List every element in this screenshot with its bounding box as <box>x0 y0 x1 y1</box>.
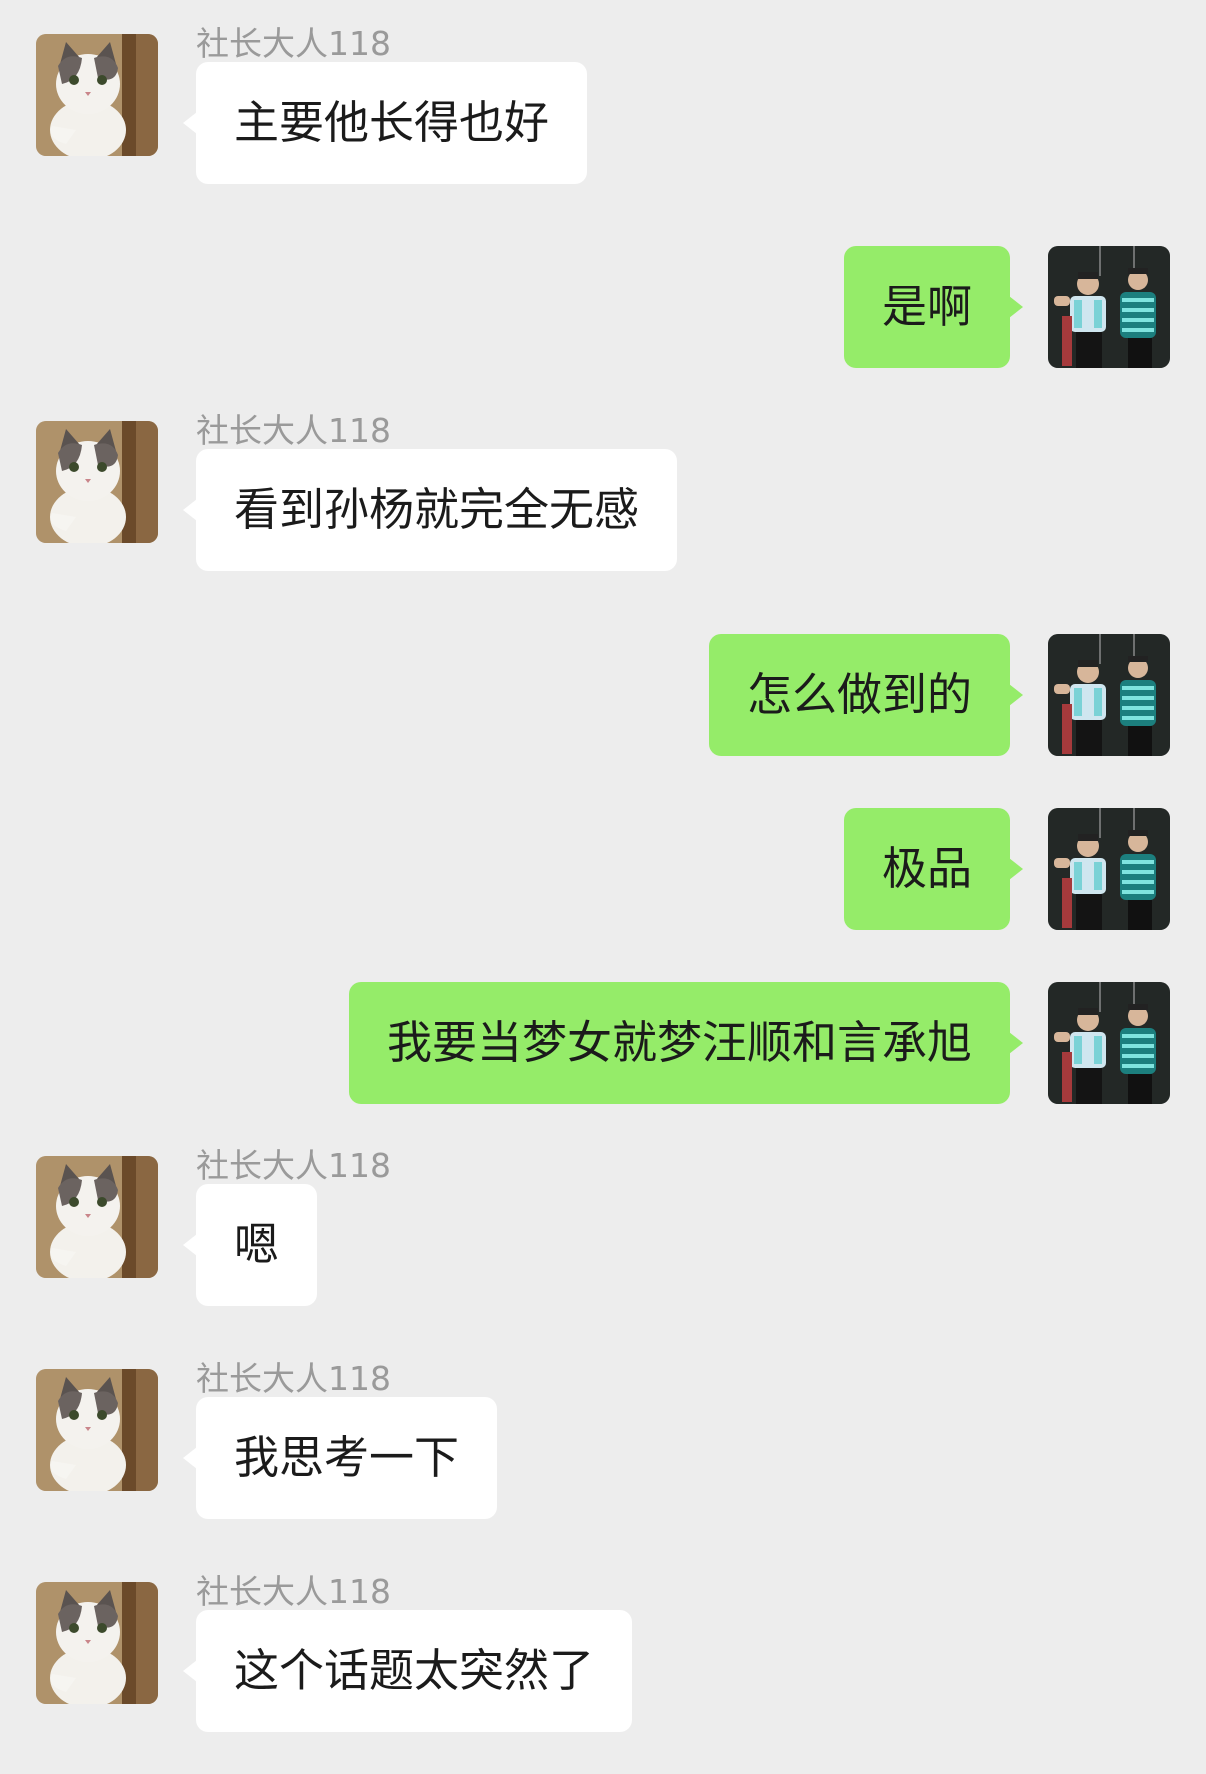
chat-message-list[interactable]: 社长大人118 主要他长得也好 是啊 社长大人118 看到孙杨就完全无感 怎么做… <box>0 0 1206 1774</box>
message-bubble[interactable]: 这个话题太突然了 <box>182 1610 633 1732</box>
sender-name: 社长大人118 <box>196 1146 391 1185</box>
children-photo-avatar-icon[interactable] <box>1048 634 1170 756</box>
sender-name: 社长大人118 <box>196 411 391 450</box>
message-bubble[interactable]: 极品 <box>843 808 1024 930</box>
message-bubble[interactable]: 我要当梦女就梦汪顺和言承旭 <box>348 982 1024 1104</box>
children-photo-avatar-icon[interactable] <box>1048 982 1170 1104</box>
cat-avatar-icon[interactable] <box>36 1582 158 1704</box>
cat-avatar-icon[interactable] <box>36 1369 158 1491</box>
message-bubble[interactable]: 怎么做到的 <box>708 634 1024 756</box>
children-photo-avatar-icon[interactable] <box>1048 808 1170 930</box>
message-bubble[interactable]: 是啊 <box>843 246 1024 368</box>
message-bubble[interactable]: 看到孙杨就完全无感 <box>182 449 678 571</box>
cat-avatar-icon[interactable] <box>36 34 158 156</box>
cat-avatar-icon[interactable] <box>36 421 158 543</box>
children-photo-avatar-icon[interactable] <box>1048 246 1170 368</box>
sender-name: 社长大人118 <box>196 24 391 63</box>
cat-avatar-icon[interactable] <box>36 1156 158 1278</box>
message-bubble[interactable]: 主要他长得也好 <box>182 62 588 184</box>
message-bubble[interactable]: 我思考一下 <box>182 1397 498 1519</box>
sender-name: 社长大人118 <box>196 1359 391 1398</box>
sender-name: 社长大人118 <box>196 1572 391 1611</box>
message-bubble[interactable]: 嗯 <box>182 1184 318 1306</box>
